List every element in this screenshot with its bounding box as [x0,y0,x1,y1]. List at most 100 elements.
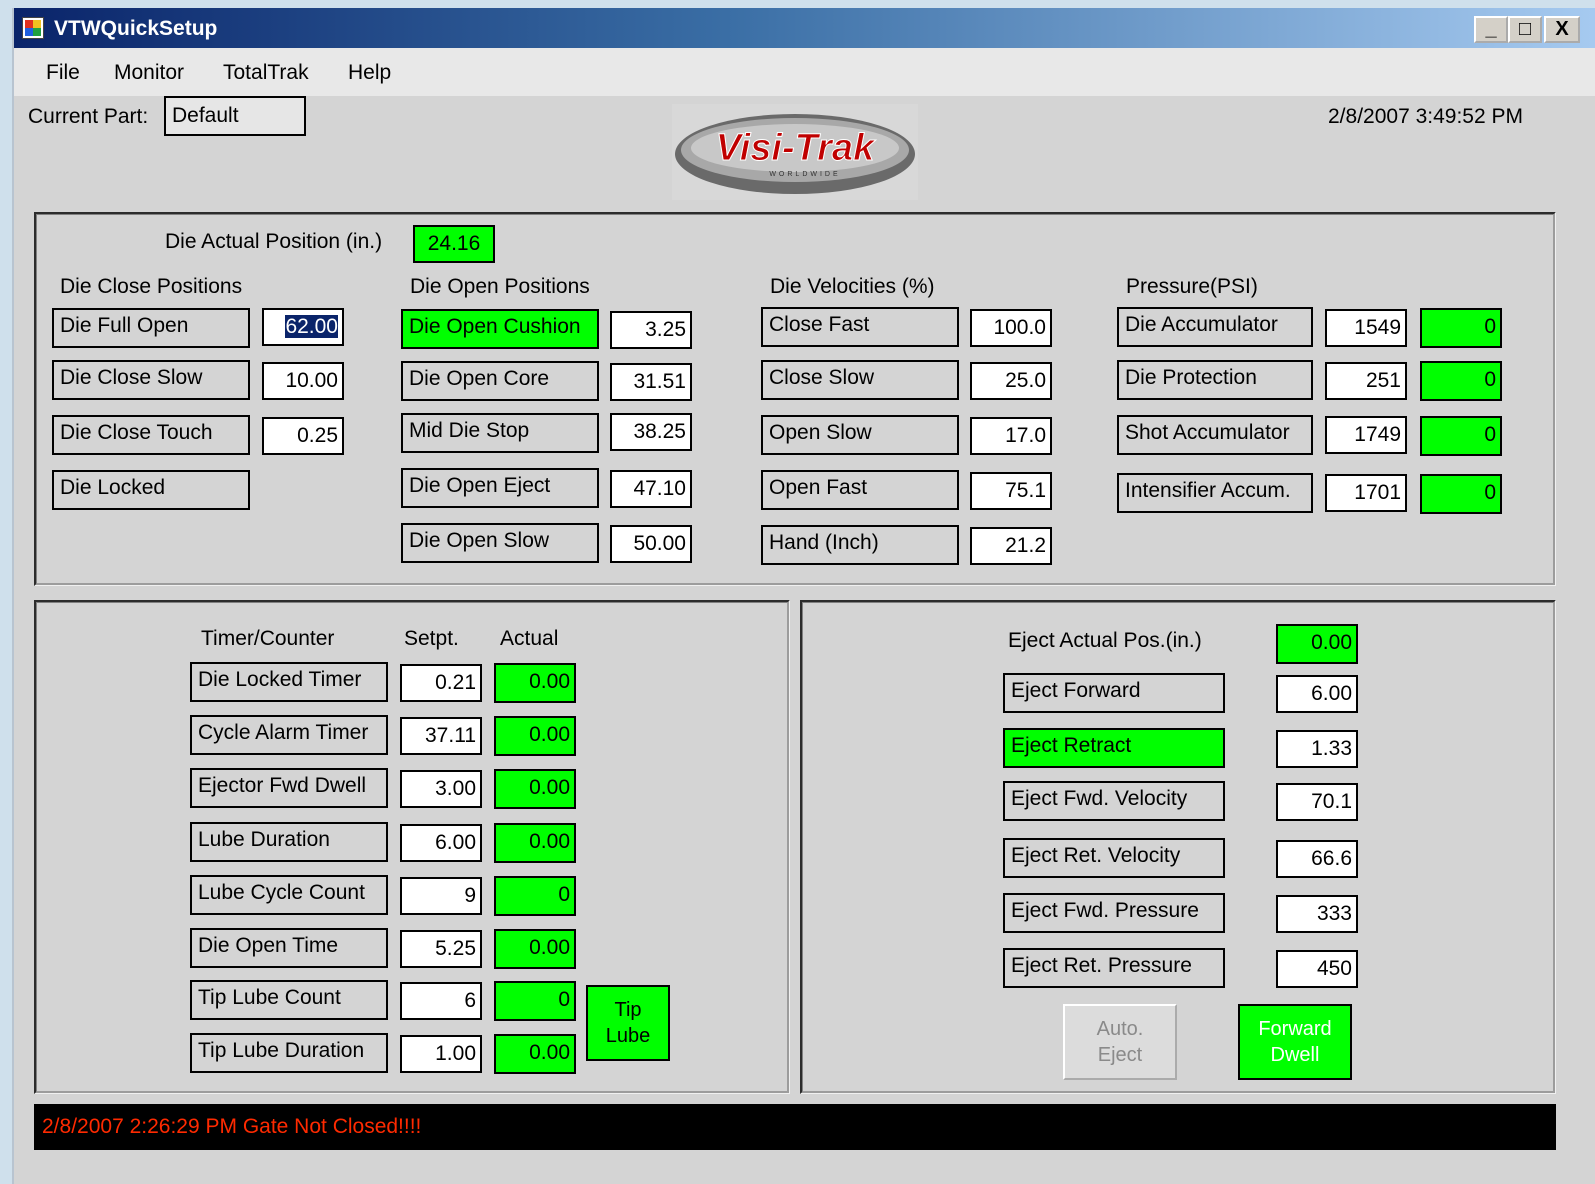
timer-counter-heading: Timer/Counter [201,627,335,650]
die-open-core-input[interactable]: 31.51 [610,363,692,401]
die-open-core-label: Die Open Core [401,361,599,401]
actual-heading: Actual [500,627,559,650]
app-window: VTWQuickSetup _ □ X File Monitor TotalTr… [12,8,1595,1184]
forward-dwell-button[interactable]: Forward Dwell [1238,1004,1352,1080]
eject-fwd-velocity-input[interactable]: 70.1 [1276,783,1358,821]
timer-label: Tip Lube Count [190,980,388,1020]
timer-label: Lube Cycle Count [190,875,388,915]
timer-label: Tip Lube Duration [190,1033,388,1073]
timer-label: Lube Duration [190,822,388,862]
die-close-touch-label: Die Close Touch [52,415,250,455]
eject-retract-input[interactable]: 1.33 [1276,730,1358,768]
tip-lube-button[interactable]: Tip Lube [586,985,670,1061]
open-slow-input[interactable]: 17.0 [970,417,1052,455]
timer-actual: 0.00 [494,823,576,863]
intensifier-accum-actual: 0 [1420,474,1502,514]
timer-actual: 0.00 [494,663,576,703]
hand-inch-input[interactable]: 21.2 [970,527,1052,565]
auto-eject-button-line1: Auto. [1096,1018,1144,1040]
timer-actual: 0.00 [494,716,576,756]
die-close-heading: Die Close Positions [60,275,243,298]
die-open-slow-input[interactable]: 50.00 [610,525,692,563]
die-open-eject-label: Die Open Eject [401,468,599,508]
close-button[interactable]: X [1544,16,1580,43]
auto-eject-button-line2: Eject [1097,1044,1143,1066]
die-locked-indicator: Die Locked [52,470,250,510]
current-part-field[interactable]: Default [164,96,306,136]
menu-monitor[interactable]: Monitor [114,61,184,85]
tip-lube-button-line1: Tip [614,999,642,1021]
eject-forward-input[interactable]: 6.00 [1276,675,1358,713]
die-open-cushion-label: Die Open Cushion [401,309,599,349]
tip-lube-button-line2: Lube [605,1025,651,1047]
eject-actual-label: Eject Actual Pos.(in.) [1008,629,1202,652]
timer-actual: 0.00 [494,929,576,969]
shot-accumulator-input[interactable]: 1749 [1325,416,1407,454]
timer-setpt-input[interactable]: 9 [400,877,482,915]
close-slow-label: Close Slow [761,360,959,400]
die-close-slow-label: Die Close Slow [52,360,250,400]
eject-ret-pressure-label: Eject Ret. Pressure [1003,948,1225,988]
die-accumulator-label: Die Accumulator [1117,307,1313,347]
timer-setpt-input[interactable]: 37.11 [400,717,482,755]
timer-setpt-input[interactable]: 6 [400,982,482,1020]
svg-text:Visi-Trak: Visi-Trak [716,127,876,169]
die-protection-input[interactable]: 251 [1325,362,1407,400]
menu-help[interactable]: Help [348,61,391,85]
eject-forward-label: Eject Forward [1003,673,1225,713]
shot-accumulator-label: Shot Accumulator [1117,415,1313,455]
eject-fwd-pressure-label: Eject Fwd. Pressure [1003,893,1225,933]
die-open-heading: Die Open Positions [410,275,590,298]
intensifier-accum-input[interactable]: 1701 [1325,474,1407,512]
die-accumulator-actual: 0 [1420,308,1502,348]
hand-inch-label: Hand (Inch) [761,525,959,565]
title-bar: VTWQuickSetup _ □ X [14,8,1595,48]
eject-fwd-velocity-label: Eject Fwd. Velocity [1003,781,1225,821]
eject-ret-velocity-label: Eject Ret. Velocity [1003,838,1225,878]
die-full-open-value: 62.00 [285,315,338,338]
die-protection-label: Die Protection [1117,360,1313,400]
close-fast-input[interactable]: 100.0 [970,309,1052,347]
die-protection-actual: 0 [1420,361,1502,401]
eject-fwd-pressure-input[interactable]: 333 [1276,895,1358,933]
pressure-heading: Pressure(PSI) [1126,275,1258,298]
die-close-touch-input[interactable]: 0.25 [262,417,344,455]
maximize-button[interactable]: □ [1508,16,1542,43]
die-velocities-heading: Die Velocities (%) [770,275,935,298]
window-title: VTWQuickSetup [54,17,218,40]
die-actual-value: 24.16 [413,225,495,263]
close-fast-label: Close Fast [761,307,959,347]
open-fast-input[interactable]: 75.1 [970,472,1052,510]
timer-label: Die Open Time [190,928,388,968]
eject-ret-velocity-input[interactable]: 66.6 [1276,840,1358,878]
timer-actual: 0.00 [494,1034,576,1074]
minimize-button[interactable]: _ [1474,16,1508,43]
die-open-eject-input[interactable]: 47.10 [610,470,692,508]
menu-totaltrak[interactable]: TotalTrak [223,61,309,85]
timer-setpt-input[interactable]: 3.00 [400,770,482,808]
open-slow-label: Open Slow [761,415,959,455]
eject-ret-pressure-input[interactable]: 450 [1276,950,1358,988]
timer-setpt-input[interactable]: 5.25 [400,930,482,968]
timer-setpt-input[interactable]: 6.00 [400,824,482,862]
menu-file[interactable]: File [46,61,80,85]
mid-die-stop-input[interactable]: 38.25 [610,413,692,451]
die-accumulator-input[interactable]: 1549 [1325,309,1407,347]
die-full-open-label: Die Full Open [52,308,250,348]
current-part-label: Current Part: [28,105,149,128]
timer-actual: 0 [494,876,576,916]
timer-setpt-input[interactable]: 0.21 [400,664,482,702]
die-actual-label: Die Actual Position (in.) [165,230,383,253]
timer-setpt-input[interactable]: 1.00 [400,1035,482,1073]
timer-actual: 0.00 [494,769,576,809]
shot-accumulator-actual: 0 [1420,416,1502,456]
timer-label: Die Locked Timer [190,662,388,702]
timer-label: Cycle Alarm Timer [190,715,388,755]
app-icon [22,17,44,39]
die-open-cushion-input[interactable]: 3.25 [610,311,692,349]
die-full-open-input[interactable]: 62.00 [262,308,344,346]
auto-eject-button[interactable]: Auto. Eject [1063,1004,1177,1080]
close-slow-input[interactable]: 25.0 [970,362,1052,400]
die-close-slow-input[interactable]: 10.00 [262,362,344,400]
timer-label: Ejector Fwd Dwell [190,768,388,808]
